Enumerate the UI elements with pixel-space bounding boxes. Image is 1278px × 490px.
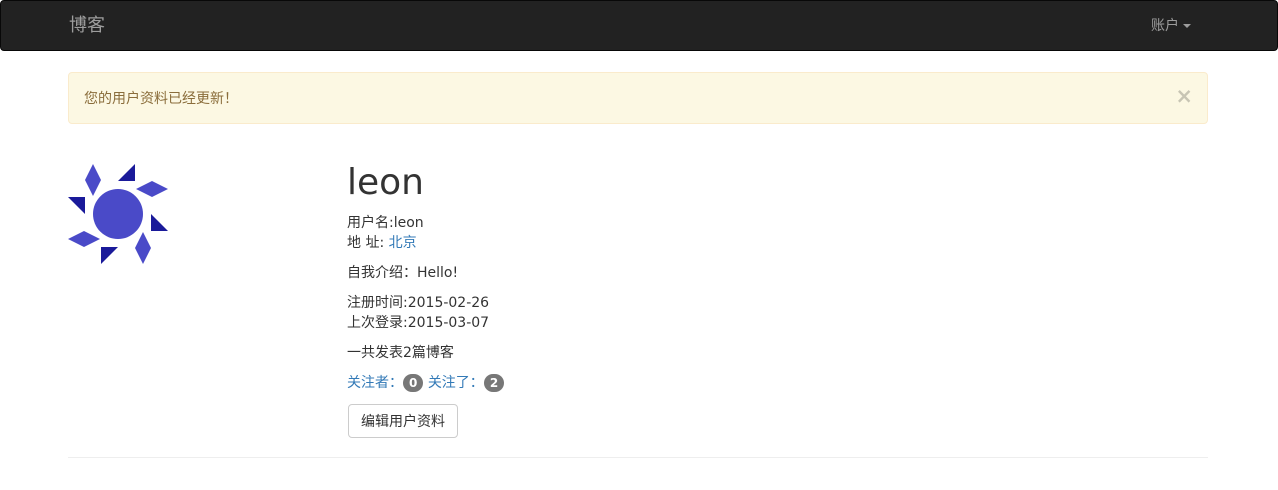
about-value: Hello! [417, 265, 459, 281]
location-label: 地 址: [347, 235, 389, 251]
about-line: 自我介绍：Hello! [347, 263, 458, 283]
caret-down-icon [1183, 24, 1191, 28]
last-seen-label: 上次登录: [347, 315, 408, 331]
last-seen-value: 2015-03-07 [407, 315, 490, 331]
member-since-label: 注册时间: [347, 295, 408, 311]
location-link[interactable]: 北京 [389, 235, 417, 251]
avatar [68, 164, 168, 264]
sun-identicon-icon [68, 164, 168, 264]
about-label: 自我介绍： [347, 265, 417, 281]
last-seen-line: 上次登录:2015-03-07 [347, 313, 489, 333]
username-label: 用户名: [347, 215, 394, 231]
account-dropdown[interactable]: 账户 [1151, 17, 1191, 35]
followers-count-badge: 0 [403, 374, 424, 392]
location-line: 地 址: 北京 [347, 233, 417, 253]
brand-link[interactable]: 博客 [69, 16, 105, 36]
following-link[interactable]: 关注了： 2 [427, 374, 505, 392]
account-label: 账户 [1151, 18, 1179, 34]
edit-profile-button[interactable]: 编辑用户资料 [348, 404, 458, 438]
username-value: leon [393, 215, 424, 231]
following-count-badge: 2 [483, 374, 505, 392]
following-label: 关注了： [427, 375, 484, 391]
followers-link[interactable]: 关注者： 0 [347, 374, 424, 392]
divider [68, 457, 1208, 458]
profile-username: leon [347, 162, 424, 203]
member-since-line: 注册时间:2015-02-26 [347, 293, 489, 313]
follow-line: 关注者： 0 关注了： 2 [347, 373, 505, 393]
username-line: 用户名:leon [347, 213, 424, 233]
alert-warning: 您的用户资料已经更新！ × [68, 72, 1208, 124]
top-navbar: 博客 账户 [0, 0, 1278, 51]
followers-label: 关注者： [347, 375, 403, 391]
close-icon[interactable]: × [1175, 86, 1193, 107]
post-count: 一共发表2篇博客 [347, 345, 454, 361]
member-since-value: 2015-02-26 [407, 295, 490, 311]
alert-message: 您的用户资料已经更新！ [84, 91, 238, 107]
